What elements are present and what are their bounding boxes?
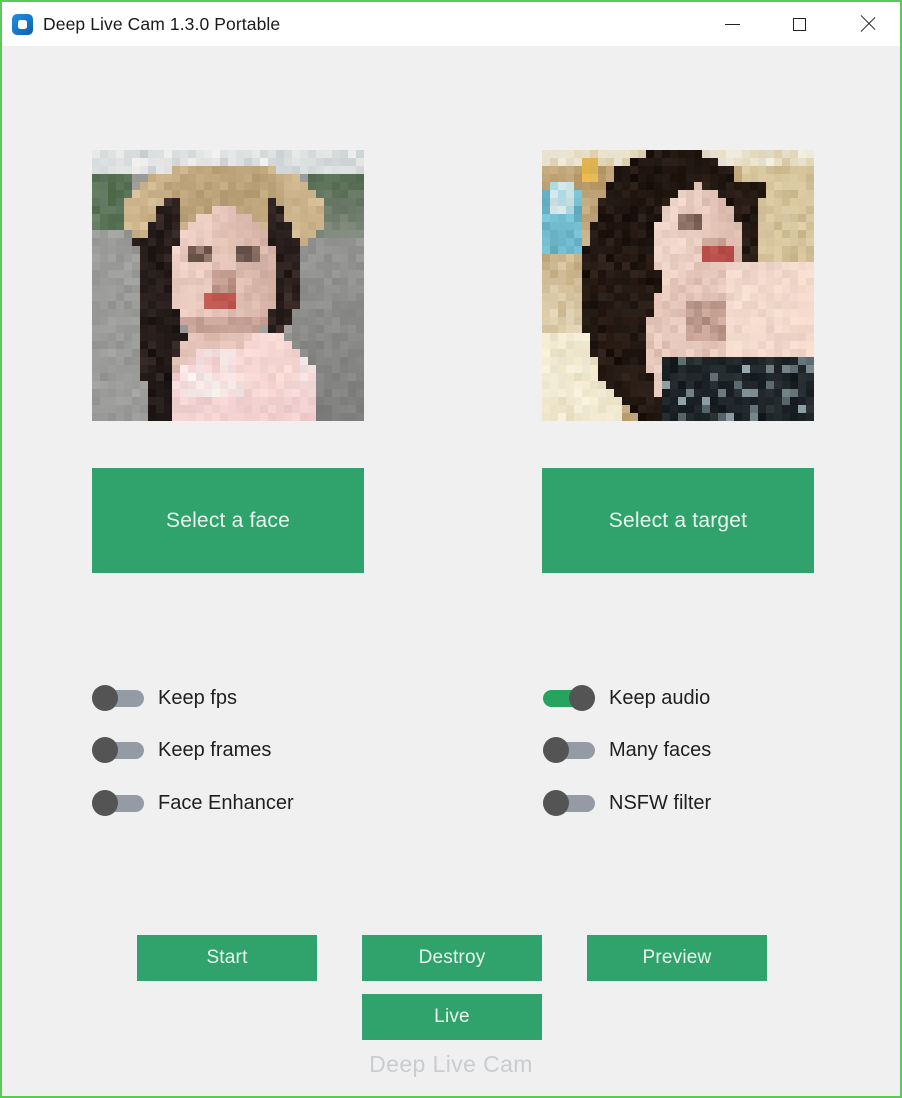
switch-row-keep-fps[interactable]: Keep fps — [92, 682, 237, 714]
window-title: Deep Live Cam 1.3.0 Portable — [43, 13, 281, 34]
switch-row-many-faces[interactable]: Many faces — [543, 734, 711, 766]
select-a-target-button[interactable]: Select a target — [542, 468, 814, 573]
maximize-button[interactable] — [766, 2, 833, 46]
many-faces-toggle[interactable] — [543, 737, 595, 763]
app-logo-icon — [12, 13, 33, 35]
select-a-face-button[interactable]: Select a face — [92, 468, 364, 573]
source-face-preview[interactable] — [92, 150, 364, 421]
minimize-icon — [725, 23, 740, 25]
switch-row-keep-audio[interactable]: Keep audio — [543, 682, 710, 714]
keep-frames-label: Keep frames — [158, 738, 272, 761]
switch-row-face-enhancer[interactable]: Face Enhancer — [92, 787, 294, 819]
app-window: Deep Live Cam 1.3.0 Portable Select a fa… — [0, 0, 902, 1098]
toggle-knob — [543, 737, 569, 763]
title-bar: Deep Live Cam 1.3.0 Portable — [2, 2, 900, 46]
target-preview[interactable] — [542, 150, 814, 421]
live-button[interactable]: Live — [362, 994, 542, 1040]
toggle-knob — [92, 790, 118, 816]
keep-frames-toggle[interactable] — [92, 737, 144, 763]
keep-audio-label: Keep audio — [609, 686, 711, 709]
app-content: Select a face Select a target Keep fps K… — [2, 46, 900, 1096]
toggle-knob — [92, 685, 118, 711]
window-controls — [699, 2, 900, 46]
destroy-button[interactable]: Destroy — [362, 935, 542, 981]
face-enhancer-toggle[interactable] — [92, 790, 144, 816]
target-pixel-image — [542, 150, 814, 421]
switch-row-keep-frames[interactable]: Keep frames — [92, 734, 271, 766]
source-face-pixel-image — [92, 150, 364, 421]
keep-fps-label: Keep fps — [158, 686, 237, 709]
toggle-knob — [543, 790, 569, 816]
face-enhancer-label: Face Enhancer — [158, 791, 294, 814]
nsfw-filter-label: NSFW filter — [609, 791, 712, 814]
close-button[interactable] — [833, 2, 900, 46]
preview-button[interactable]: Preview — [587, 935, 767, 981]
many-faces-label: Many faces — [609, 738, 712, 761]
nsfw-filter-toggle[interactable] — [543, 790, 595, 816]
keep-fps-toggle[interactable] — [92, 685, 144, 711]
toggle-knob — [92, 737, 118, 763]
minimize-button[interactable] — [699, 2, 766, 46]
maximize-icon — [793, 17, 806, 31]
app-logo-inner-shape — [18, 19, 27, 29]
toggle-knob — [569, 685, 595, 711]
close-icon — [859, 16, 875, 32]
keep-audio-toggle[interactable] — [543, 685, 595, 711]
switch-row-nsfw-filter[interactable]: NSFW filter — [543, 787, 711, 819]
footer-watermark: Deep Live Cam — [369, 1051, 533, 1077]
start-button[interactable]: Start — [137, 935, 317, 981]
